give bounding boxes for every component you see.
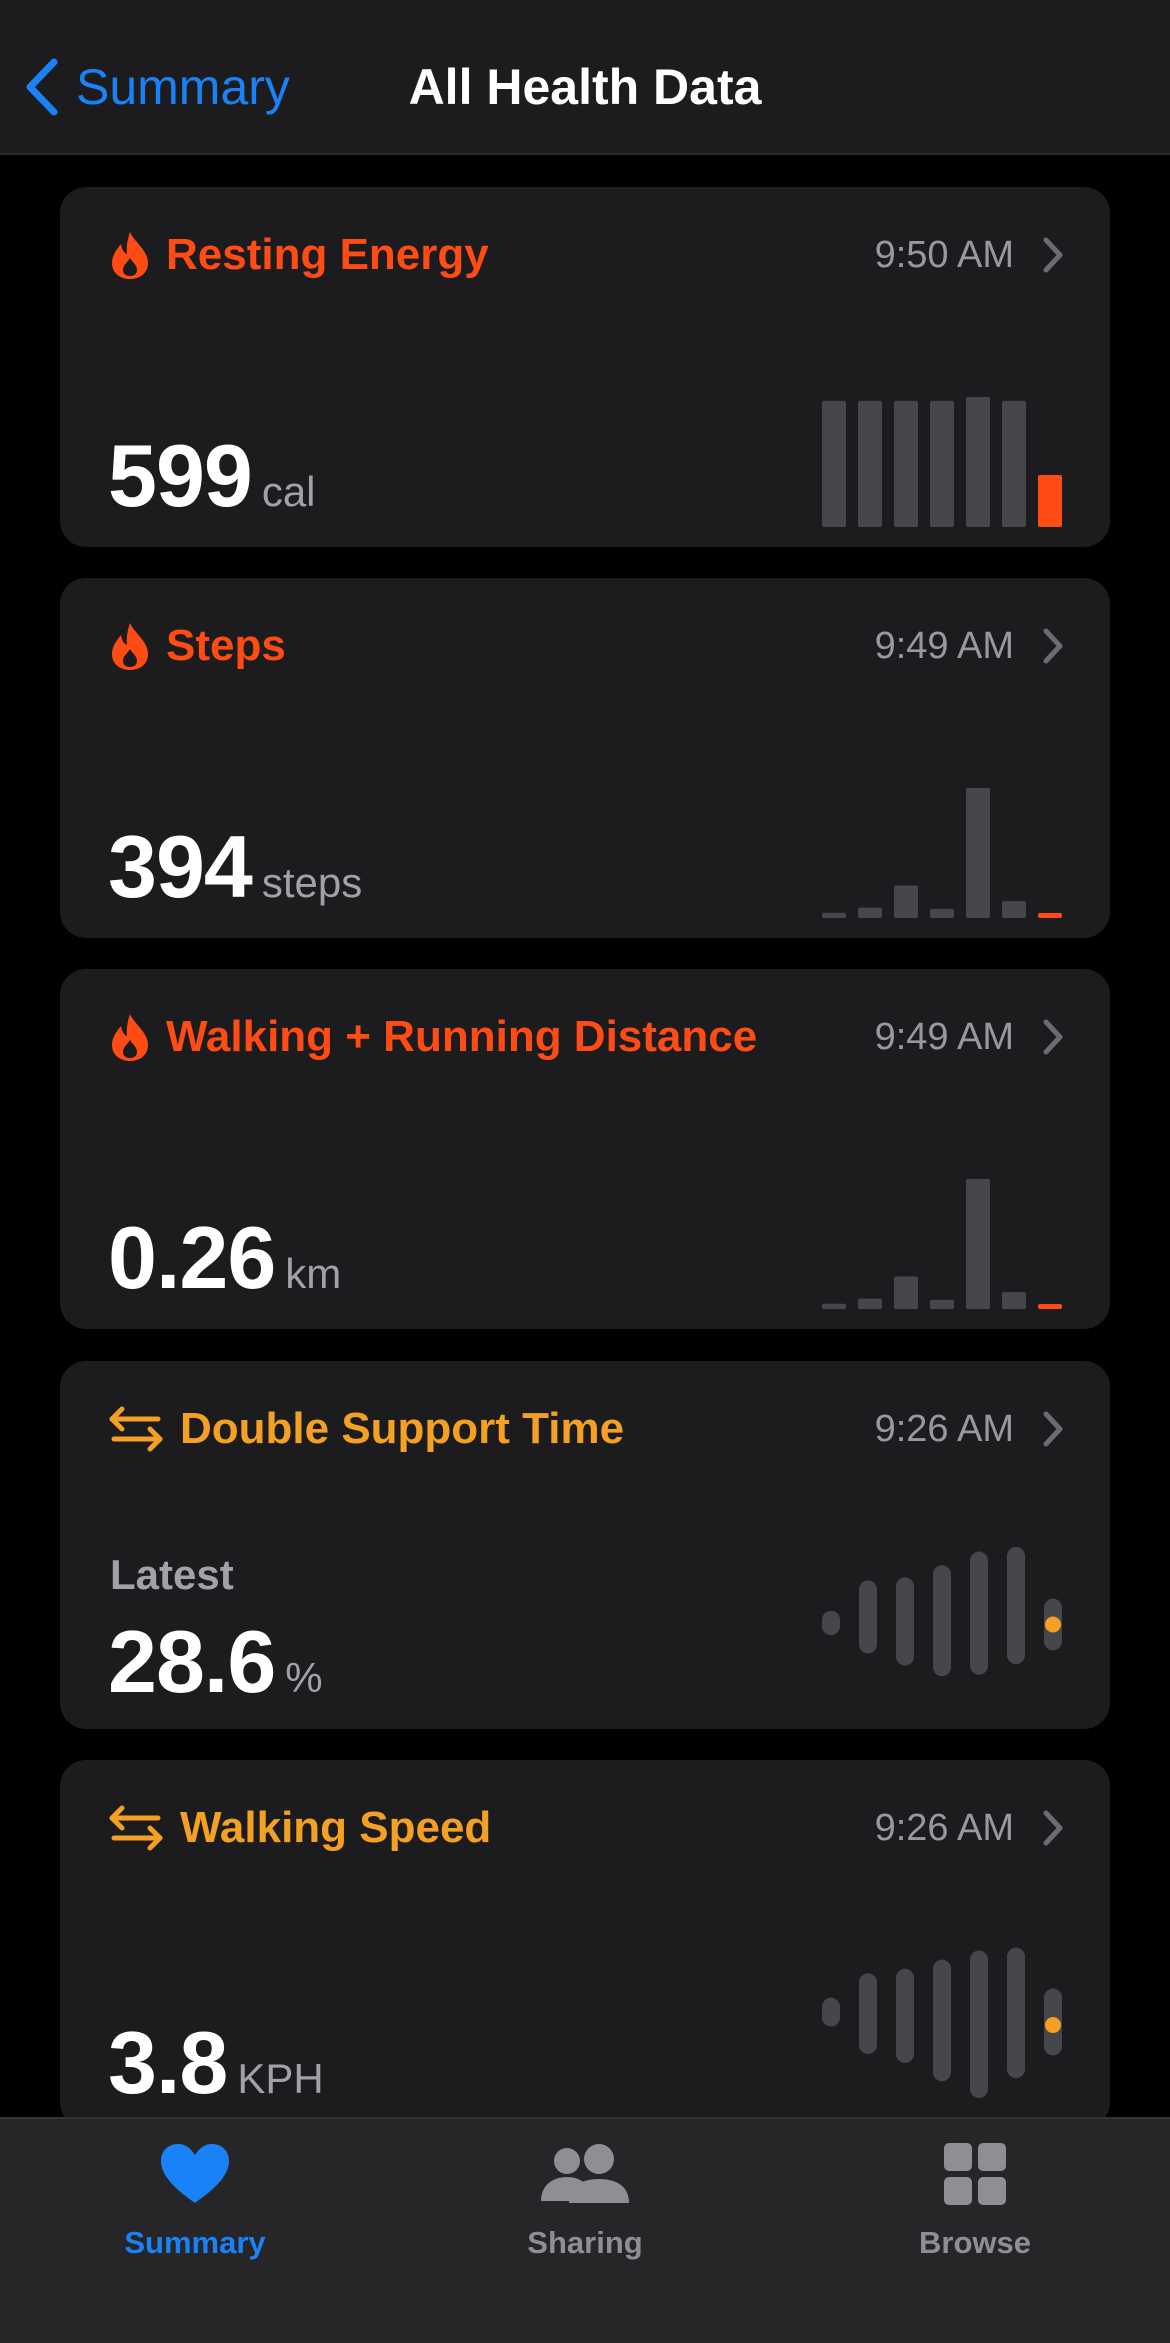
tab-bar: Summary Sharing Browse: [0, 2117, 1170, 2343]
card-steps[interactable]: Steps 9:49 AM 394 steps: [60, 578, 1110, 938]
tab-summary[interactable]: Summary: [75, 2141, 315, 2261]
chart-latest-point: [1045, 1616, 1061, 1633]
tab-label: Browse: [919, 2225, 1031, 2260]
tab-label: Sharing: [527, 2225, 643, 2260]
chart-bar: [966, 788, 990, 918]
value-number: 3.8: [108, 2013, 228, 2112]
chart-bar: [1002, 400, 1026, 527]
chart-bar: [966, 1179, 990, 1309]
chart-latest-point: [1045, 2017, 1061, 2034]
value-number: 394: [108, 817, 253, 916]
card-timestamp: 9:26 AM: [874, 1407, 1014, 1450]
card-timestamp: 9:26 AM: [874, 1806, 1014, 1849]
value-number: 28.6: [108, 1612, 276, 1711]
chevron-right-icon: [1042, 236, 1068, 274]
card-header: Steps 9:49 AM: [108, 616, 1068, 676]
tab-label: Summary: [124, 2225, 266, 2260]
tab-browse[interactable]: Browse: [855, 2141, 1095, 2261]
chart-bar: [1002, 901, 1026, 918]
card-timestamp: 9:49 AM: [874, 1015, 1014, 1058]
value-unit: %: [285, 1654, 323, 1701]
flame-icon: [108, 621, 152, 671]
chart-range-bar: [933, 1565, 951, 1677]
chevron-right-icon: [1042, 1809, 1068, 1847]
chart-range-bar: [1007, 1547, 1025, 1665]
heart-icon: [161, 2144, 229, 2203]
health-data-list[interactable]: Resting Energy 9:50 AM 599 cal Steps 9:49…: [0, 155, 1170, 2117]
mini-chart: [822, 397, 1062, 527]
chart-range-bar: [822, 1610, 840, 1636]
people-icon: [541, 2144, 629, 2203]
flame-icon: [108, 1012, 152, 1062]
navigation-bar: Summary All Health Data: [0, 0, 1170, 155]
chart-range-bar: [896, 1577, 914, 1666]
chart-bar: [894, 400, 918, 527]
chart-bar: [858, 907, 882, 918]
card-double-support-time[interactable]: Double Support Time 9:26 AM Latest 28.6%: [60, 1361, 1110, 1729]
chart-bar: [930, 908, 954, 918]
card-header: Walking + Running Distance 9:49 AM: [108, 1007, 1068, 1067]
chart-range-bar: [859, 1973, 877, 2054]
tab-sharing[interactable]: Sharing: [465, 2141, 705, 2261]
chart-bar-current: [1038, 475, 1062, 527]
card-walking-running-distance[interactable]: Walking + Running Distance 9:49 AM 0.26 k…: [60, 969, 1110, 1329]
mini-chart: [822, 1947, 1062, 2098]
card-value: 0.26 km: [108, 1207, 341, 1309]
chart-bar-current: [1038, 1304, 1062, 1309]
chart-bar: [858, 1298, 882, 1309]
mini-chart: [822, 1179, 1062, 1309]
card-timestamp: 9:49 AM: [874, 624, 1014, 667]
chart-bar: [930, 1299, 954, 1309]
value-unit: steps: [261, 859, 363, 906]
page-title: All Health Data: [408, 59, 762, 115]
chart-bar: [858, 400, 882, 527]
chart-range-bar: [822, 1997, 840, 2027]
value-unit: cal: [261, 468, 316, 515]
chart-bar: [822, 400, 846, 527]
chart-bar: [894, 885, 918, 918]
card-value: 28.6%: [108, 1611, 323, 1713]
chevron-right-icon: [1042, 1410, 1068, 1448]
card-value: 394 steps: [108, 816, 362, 918]
arrows-swap-icon: [108, 1803, 164, 1853]
card-resting-energy[interactable]: Resting Energy 9:50 AM 599 cal: [60, 187, 1110, 547]
card-timestamp: 9:50 AM: [874, 233, 1014, 276]
chart-range-bar: [970, 1551, 988, 1675]
chart-range-bar: [933, 1959, 951, 2082]
chart-range-bar: [1007, 1947, 1025, 2079]
arrows-swap-icon: [108, 1404, 164, 1454]
chart-bar: [966, 397, 990, 527]
chart-range-bar: [859, 1580, 877, 1654]
value-unit: km: [285, 1250, 342, 1297]
card-title: Walking Speed: [180, 1803, 492, 1852]
card-title: Resting Energy: [166, 230, 489, 279]
card-value: 599 cal: [108, 425, 316, 527]
chart-bar: [894, 1276, 918, 1309]
card-value: 3.8 KPH: [108, 2012, 324, 2114]
chart-bar-current: [1038, 913, 1062, 918]
chart-bar: [930, 400, 954, 527]
card-sublabel: Latest: [110, 1551, 234, 1598]
chart-range-bar: [896, 1968, 914, 2064]
card-header: Walking Speed 9:26 AM: [108, 1798, 1068, 1858]
card-title: Walking + Running Distance: [166, 1012, 758, 1061]
chart-range-bar: [970, 1950, 988, 2098]
chart-bar: [822, 912, 846, 918]
card-title: Steps: [166, 621, 286, 670]
mini-chart: [822, 788, 1062, 918]
value-unit: KPH: [237, 2055, 324, 2102]
grid-icon: [944, 2143, 1006, 2205]
card-header: Resting Energy 9:50 AM: [108, 225, 1068, 285]
chevron-right-icon: [1042, 1018, 1068, 1056]
mini-chart: [822, 1547, 1062, 1677]
chart-bar: [1002, 1292, 1026, 1309]
value-number: 0.26: [108, 1208, 276, 1307]
chevron-right-icon: [1042, 627, 1068, 665]
flame-icon: [108, 230, 152, 280]
value-number: 599: [108, 426, 253, 525]
card-title: Double Support Time: [180, 1404, 625, 1453]
card-header: Double Support Time 9:26 AM: [108, 1399, 1068, 1459]
card-walking-speed[interactable]: Walking Speed 9:26 AM 3.8 KPH: [60, 1760, 1110, 2117]
chart-bar: [822, 1303, 846, 1309]
